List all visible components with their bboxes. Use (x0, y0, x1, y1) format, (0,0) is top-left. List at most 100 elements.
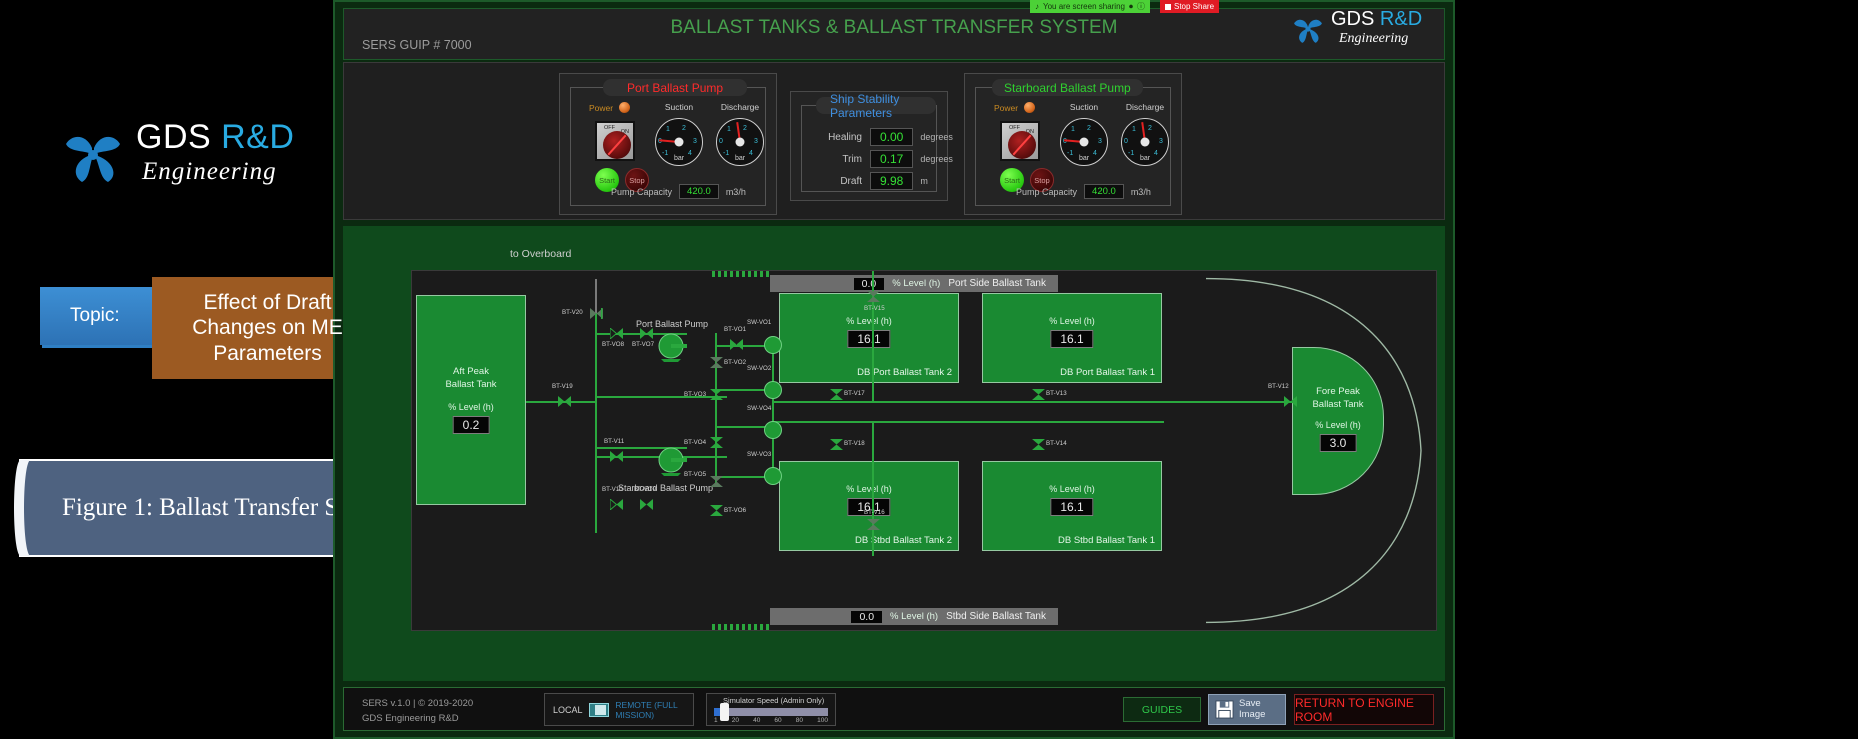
gauge-hub (736, 138, 745, 147)
gauge-tick: 3 (1159, 138, 1163, 145)
guides-button[interactable]: GUIDES (1123, 697, 1201, 722)
logo-text: GDS R&D (136, 118, 294, 157)
db-stbd-ballast-tank-2[interactable]: % Level (h) 16.1 DB Stbd Ballast Tank 2 (779, 461, 959, 551)
valve-icon-bt-v19[interactable] (558, 396, 571, 407)
speed-tick: 60 (774, 717, 781, 724)
trim-value: 0.17 (870, 150, 913, 168)
valve-tag-bt-v13: BT-V13 (1046, 390, 1067, 397)
db-port-1-level-label: % Level (h) (983, 316, 1161, 326)
return-to-engine-room-button[interactable]: RETURN TO ENGINE ROOM (1294, 694, 1434, 725)
valve-tag-bt-vo8: BT-VO8 (602, 341, 624, 348)
return-label: RETURN TO ENGINE ROOM (1295, 696, 1433, 724)
gauge-hub (1141, 138, 1150, 147)
port-suction-gauge: Suction 0 1 2 3 4 -1 bar (655, 118, 703, 166)
valve-tag-bt-vo5: BT-VO5 (684, 471, 706, 478)
valve-icon-bt-v14[interactable] (1032, 439, 1045, 450)
gauge-tick: 0 (1124, 138, 1128, 145)
valve-icon-bt-v13[interactable] (1032, 389, 1045, 400)
aft-peak-level-value: 0.2 (453, 416, 490, 434)
simulator-speed-control[interactable]: Simulator Speed (Admin Only) 1 20 40 60 … (706, 693, 836, 726)
port-pump-power-label: Power (589, 103, 613, 113)
footer-bar: SERS v.1.0 | © 2019-2020 GDS Engineering… (343, 687, 1445, 731)
valve-icon-bt-vo5[interactable] (710, 476, 723, 487)
fore-peak-level-value: 3.0 (1320, 434, 1357, 452)
valve-tag-bt-v14: BT-V14 (1046, 440, 1067, 447)
valve-tag-bt-v17: BT-V17 (844, 390, 865, 397)
manifold-vertical (715, 333, 717, 483)
sw-valve-circle-1[interactable] (764, 336, 782, 354)
main-ballast-header (774, 401, 1294, 403)
stbd-discharge-label: Discharge (1115, 102, 1175, 112)
aft-peak-name-b: Ballast Tank (445, 379, 496, 390)
valve-tag-bt-v10: BT-V10 (602, 486, 623, 493)
stability-title: Ship Stability Parameters (830, 92, 922, 120)
valve-icon-bt-v12[interactable] (1284, 396, 1297, 407)
mode-switch[interactable] (589, 703, 610, 717)
gauge-tick: 1 (1071, 126, 1075, 133)
main-vertical-pipe (595, 313, 597, 533)
port-side-ballast-tank-bar[interactable]: 0.0 % Level (h) Port Side Ballast Tank (770, 275, 1058, 292)
stbd-pump-fieldset: Starboard Ballast Pump Power OFF ON Star… (975, 87, 1171, 206)
speed-tick: 40 (753, 717, 760, 724)
valve-icon-bt-v18[interactable] (830, 439, 843, 450)
valve-icon-bt-vo2[interactable] (710, 357, 723, 368)
version-line-2: GDS Engineering R&D (362, 712, 473, 727)
stbd-capacity-label: Pump Capacity (1016, 187, 1077, 197)
sw-valve-circle-2[interactable] (764, 381, 782, 399)
local-label: LOCAL (553, 705, 583, 715)
valve-icon-bt-vo6[interactable] (710, 505, 723, 516)
valve-icon-bt-v11[interactable] (610, 451, 623, 462)
fore-peak-level-label: % Level (h) (1293, 420, 1383, 430)
stbd-side-tank-level: 0.0 (851, 611, 882, 623)
aft-peak-ballast-tank[interactable]: Aft Peak Ballast Tank % Level (h) 0.2 (416, 295, 526, 505)
port-pump-mode-knob[interactable]: OFF ON (595, 121, 635, 161)
gauge-tick: 1 (1132, 126, 1136, 133)
valve-tag-bt-v15: BT-V15 (864, 305, 885, 312)
db-stbd-ballast-tank-1[interactable]: % Level (h) 16.1 DB Stbd Ballast Tank 1 (982, 461, 1162, 551)
valve-icon-bt-v10[interactable] (610, 499, 623, 510)
valve-tag-bt-vo7: BT-VO7 (632, 341, 654, 348)
speed-slider-track[interactable] (714, 708, 828, 716)
sw-valve-circle-4[interactable] (764, 467, 782, 485)
valve-icon-bt-vo1[interactable] (730, 339, 743, 350)
pause-icon[interactable]: ⏺ (1129, 2, 1133, 12)
valve-icon-bt-vo4[interactable] (710, 437, 723, 448)
valve-icon-bt-v20[interactable] (590, 308, 603, 319)
stbd-pump-mode-knob[interactable]: OFF ON (1000, 121, 1040, 161)
gauge-unit: bar (1121, 155, 1169, 162)
save-image-button[interactable]: Save Image (1208, 694, 1286, 725)
stop-share-button[interactable]: Stop Share (1160, 0, 1219, 13)
db-port-ballast-tank-1[interactable]: % Level (h) 16.1 DB Port Ballast Tank 1 (982, 293, 1162, 383)
valve-icon-bt-vo9[interactable] (640, 499, 653, 510)
info-icon[interactable]: ⓘ (1137, 1, 1145, 12)
gauge-unit: bar (1060, 155, 1108, 162)
port-pump-icon[interactable] (657, 333, 687, 363)
fore-peak-name-b: Ballast Tank (1293, 399, 1383, 412)
aft-peak-name-a: Aft Peak (453, 366, 489, 377)
stbd-pump-mimic-label: Starboard Ballast Pump (618, 483, 713, 493)
gauge-tick: 1 (666, 126, 670, 133)
valve-icon-bt-vo8[interactable] (610, 328, 623, 339)
port-pump-title: Port Ballast Pump (627, 81, 723, 95)
stbd-tank-riser (872, 421, 874, 556)
valve-icon-bt-v17[interactable] (830, 389, 843, 400)
mimic-canvas: Aft Peak Ballast Tank % Level (h) 0.2 0.… (411, 270, 1437, 631)
valve-tag-bt-v20: BT-V20 (562, 309, 583, 316)
valve-tag-bt-v11: BT-V11 (604, 438, 624, 445)
port-discharge-gauge: Discharge 0 1 2 3 4 -1 bar (716, 118, 764, 166)
sw-valve-circle-3[interactable] (764, 421, 782, 439)
to-overboard-label: to Overboard (510, 248, 571, 260)
valve-icon-bt-vo7[interactable] (640, 328, 653, 339)
db-port-2-level-value: 16.1 (847, 330, 890, 348)
valve-icon-bt-v15[interactable] (867, 291, 880, 302)
valve-icon-bt-v16[interactable] (867, 519, 880, 530)
valve-icon-bt-vo3[interactable] (710, 389, 723, 400)
logo-gds-text: GDS (136, 118, 221, 156)
local-remote-toggle[interactable]: LOCAL REMOTE (FULL MISSION) (544, 693, 694, 726)
db-stbd-1-level-value: 16.1 (1050, 498, 1093, 516)
stbd-pump-power-row: Power (994, 102, 1035, 113)
stbd-side-ballast-tank-bar[interactable]: 0.0 % Level (h) Stbd Side Ballast Tank (770, 608, 1058, 625)
header-logo-engineering: Engineering (1339, 31, 1408, 47)
stbd-pump-icon[interactable] (657, 447, 687, 477)
gauge-hub (675, 138, 684, 147)
